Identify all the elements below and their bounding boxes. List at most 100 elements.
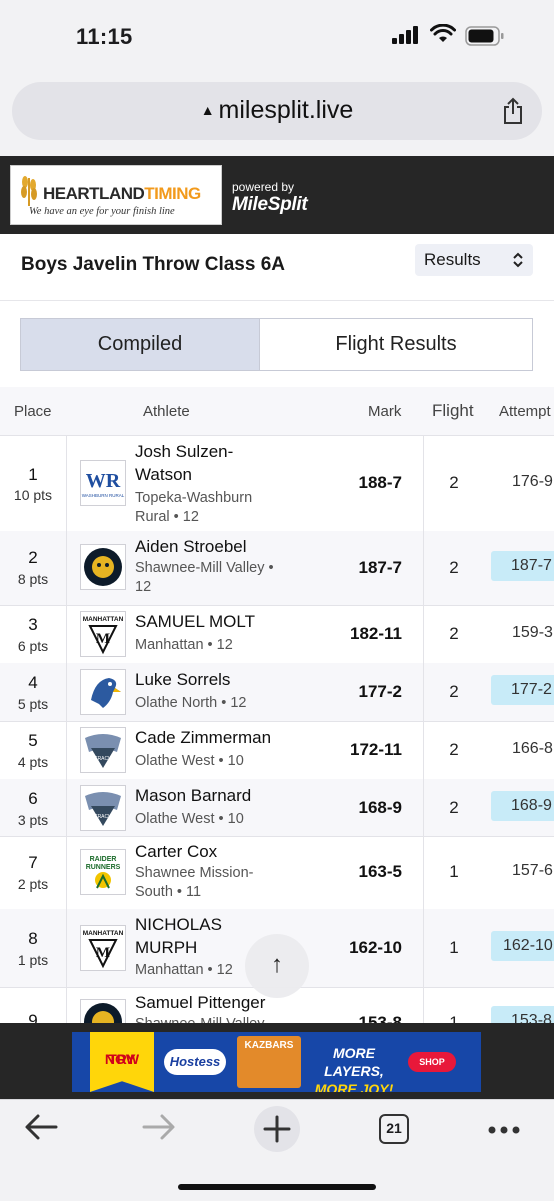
svg-text:M: M [96, 631, 110, 647]
logo-tagline: We have an eye for your finish line [29, 206, 175, 217]
place-number: 7 [28, 853, 38, 872]
athlete-name[interactable]: Carter Cox [135, 840, 285, 863]
athlete-name[interactable]: Josh Sulzen- Watson [135, 440, 285, 486]
flight-value: 1 [449, 1013, 459, 1023]
attempt-value: 168-9 [491, 791, 554, 821]
share-icon[interactable] [502, 97, 524, 125]
attempt-value: 153-8 [491, 1006, 554, 1023]
place-cell: 5 4 pts [0, 721, 67, 779]
mark-value: 188-7 [358, 473, 402, 492]
flight-value: 2 [449, 798, 459, 817]
table-row[interactable]: 6 3 pts TRACK Mason Barnard Olathe West … [0, 779, 554, 837]
place-cell: 9 [0, 987, 67, 1023]
athlete-team: Olathe West • 10 [135, 753, 244, 769]
flight-divider [423, 987, 424, 1023]
svg-text:RAIDER: RAIDER [90, 856, 117, 863]
manhattan-icon: MANHATTAN M [80, 925, 126, 971]
attempt-value: 166-8 [512, 740, 553, 757]
table-row[interactable]: 4 5 pts Luke Sorrels Olathe North • 12 1… [0, 663, 554, 722]
event-title: Boys Javelin Throw Class 6A [21, 254, 285, 275]
mark-value: 168-9 [358, 798, 402, 817]
tab-flight-results[interactable]: Flight Results [260, 319, 532, 370]
column-header-place[interactable]: Place [14, 403, 52, 420]
attempt-value: 159-3 [512, 624, 553, 641]
ad-bar: TRY NOW Hostess KAZBARS MORE LAYERS, MORE … [0, 1023, 554, 1099]
place-number: 1 [28, 465, 38, 484]
place-points: 2 pts [17, 876, 49, 892]
flight-value: 1 [449, 938, 459, 957]
ad-banner[interactable]: TRY NOW Hostess KAZBARS MORE LAYERS, MORE … [72, 1032, 481, 1092]
svg-text:RUNNERS: RUNNERS [86, 864, 121, 871]
athlete-name[interactable]: Cade Zimmerman [135, 726, 285, 749]
mark-value: 153-8 [358, 1013, 402, 1023]
milesplit-logo[interactable]: MileSplit [232, 194, 308, 216]
wifi-icon [430, 24, 456, 42]
athlete-name[interactable]: Mason Barnard [135, 784, 285, 807]
browser-address-area: ▲ milesplit.live [0, 72, 554, 156]
mark-value: 163-5 [358, 862, 402, 881]
column-header-flight[interactable]: Flight [432, 401, 474, 421]
flight-value: 1 [449, 862, 459, 881]
tab-compiled[interactable]: Compiled [21, 319, 260, 370]
athlete-name[interactable]: SAMUEL MOLT [135, 610, 285, 633]
flight-divider [423, 435, 424, 531]
flight-value: 2 [449, 473, 459, 492]
status-bar: 11:15 [0, 0, 554, 72]
place-points: 5 pts [17, 696, 49, 712]
url-text: milesplit.live [218, 96, 354, 124]
table-row[interactable]: 7 2 pts RAIDER RUNNERS Carter Cox Shawnee… [0, 836, 554, 910]
table-row[interactable]: 2 8 pts Aiden Stroebel Shawnee-Mill Vall… [0, 531, 554, 606]
flight-divider [423, 663, 424, 721]
flight-divider [423, 721, 424, 779]
scroll-to-top-button[interactable]: ↑ [245, 934, 309, 998]
place-cell: 4 5 pts [0, 663, 67, 721]
place-points: 4 pts [17, 754, 49, 770]
flight-divider [423, 779, 424, 836]
svg-text:WASHBURN RURAL: WASHBURN RURAL [82, 493, 125, 498]
view-select[interactable]: Results [415, 244, 533, 276]
place-points: 8 pts [17, 571, 49, 587]
mark-value: 172-11 [350, 740, 402, 759]
table-row[interactable]: 3 6 pts MANHATTAN M SAMUEL MOLT Manhattan… [0, 605, 554, 664]
cellular-signal-icon [392, 26, 418, 44]
flight-divider [423, 836, 424, 909]
heartland-timing-logo[interactable]: HEARTLANDTIMING We have an eye for your … [10, 165, 222, 225]
athlete-team: Shawnee-Mill Valley [135, 1015, 285, 1023]
place-cell: 6 3 pts [0, 779, 67, 836]
svg-text:M: M [96, 945, 110, 961]
place-cell: 1 10 pts [0, 435, 67, 531]
flight-divider [423, 605, 424, 663]
powered-by-label: powered by [232, 180, 295, 194]
athlete-team: Shawnee-Mill Valley • 12 [135, 560, 274, 595]
column-header-attempt[interactable]: Attempt [499, 403, 551, 420]
try-now-badge: TRY NOW [90, 1032, 154, 1092]
logo-word-heartland: HEARTLAND [43, 184, 145, 203]
attempt-value: 177-2 [491, 675, 554, 705]
back-arrow-icon[interactable] [24, 1112, 58, 1142]
more-icon[interactable] [488, 1126, 520, 1134]
place-number: 3 [28, 615, 38, 634]
product-box: KAZBARS [237, 1036, 301, 1088]
table-row[interactable]: 1 10 pts WR WASHBURN RURAL Josh Sulzen- Wa… [0, 435, 554, 532]
svg-text:TRACK: TRACK [95, 756, 113, 762]
address-bar[interactable]: ▲ milesplit.live [12, 82, 542, 140]
home-indicator [178, 1184, 376, 1190]
eagle-icon [80, 669, 126, 715]
table-row[interactable]: 5 4 pts TRACK Cade Zimmerman Olathe West… [0, 721, 554, 780]
product-name: KAZBARS [244, 1040, 294, 1051]
clock: 11:15 [76, 24, 133, 49]
tab-count-button[interactable]: 21 [379, 1114, 409, 1144]
mark-value: 162-10 [349, 938, 402, 957]
forward-arrow-icon[interactable] [142, 1112, 176, 1142]
athlete-name[interactable]: Luke Sorrels [135, 668, 285, 691]
place-points: 10 pts [13, 487, 53, 503]
athlete-name[interactable]: Aiden Stroebel [135, 535, 285, 558]
flight-value: 2 [449, 624, 459, 643]
manhattan-icon: MANHATTAN M [80, 611, 126, 657]
column-header-mark[interactable]: Mark [368, 403, 401, 420]
new-tab-button[interactable] [254, 1106, 300, 1152]
shop-button[interactable]: SHOP [408, 1052, 456, 1072]
column-header-athlete[interactable]: Athlete [143, 403, 190, 420]
flight-value: 2 [449, 558, 459, 577]
plus-icon [263, 1115, 291, 1143]
